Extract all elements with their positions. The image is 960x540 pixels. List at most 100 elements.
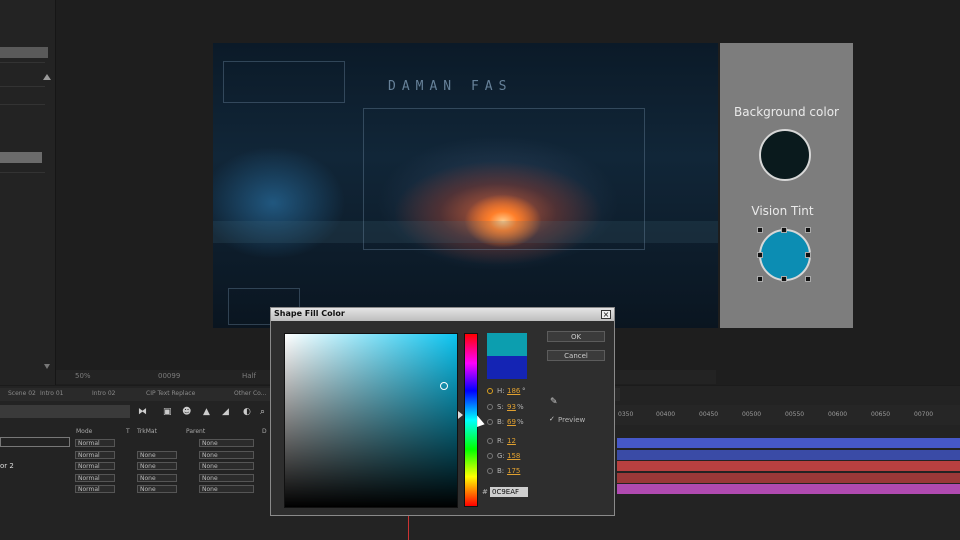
project-selected-item[interactable] <box>0 152 42 163</box>
red-radio[interactable] <box>487 438 493 444</box>
layer-trkmat-select[interactable]: None <box>137 462 177 470</box>
green-radio[interactable] <box>487 453 493 459</box>
color-control-panel: Background color Vision Tint <box>720 43 853 328</box>
original-color-swatch[interactable] <box>487 356 527 379</box>
layer-duration-bar[interactable] <box>617 473 960 483</box>
hue-unit: ° <box>522 387 526 395</box>
background-color-label: Background color <box>734 105 839 119</box>
project-divider <box>0 104 45 105</box>
blue-radio[interactable] <box>487 468 493 474</box>
close-icon[interactable]: × <box>601 310 611 319</box>
hud-frame <box>363 108 645 250</box>
project-search-bar[interactable] <box>0 47 48 58</box>
layer-parent-select[interactable]: None <box>199 439 254 447</box>
current-timecode[interactable]: 00099 <box>158 372 180 380</box>
scroll-down-icon[interactable] <box>44 364 50 369</box>
column-trkmat[interactable]: TrkMat <box>137 428 157 435</box>
layer-duration-bar[interactable] <box>617 484 960 494</box>
ruler-tick: 00500 <box>742 411 762 418</box>
layer-name[interactable]: or 2 <box>0 462 14 470</box>
selection-handle[interactable] <box>781 276 787 282</box>
selection-handle[interactable] <box>757 227 763 233</box>
layer-parent-select[interactable]: None <box>199 451 254 459</box>
ruler-tick: 00600 <box>828 411 848 418</box>
tab-intro-01[interactable]: Intro 01 <box>40 390 63 397</box>
layer-duration-bar[interactable] <box>617 438 960 448</box>
color-picker-marker[interactable] <box>440 382 448 390</box>
project-divider <box>0 172 45 173</box>
eyedropper-icon[interactable]: ✎ <box>550 397 560 407</box>
layer-mode-select[interactable]: Normal <box>75 451 115 459</box>
ruler-tick: 00400 <box>656 411 676 418</box>
vision-tint-label: Vision Tint <box>751 204 814 218</box>
preview-checkbox[interactable]: ✓ <box>549 415 555 423</box>
hex-input[interactable]: 0C9EAF <box>490 487 528 497</box>
selection-handle[interactable] <box>757 252 763 258</box>
selection-handle[interactable] <box>805 227 811 233</box>
column-t[interactable]: T <box>126 428 130 435</box>
background-color-swatch[interactable] <box>759 129 811 181</box>
hue-radio[interactable] <box>487 388 493 394</box>
resolution-dropdown[interactable]: Half <box>242 372 256 380</box>
layer-duration-bar[interactable] <box>617 461 960 471</box>
tab-other-comp[interactable]: Other Co... <box>234 390 266 397</box>
ok-button[interactable]: OK <box>547 331 605 342</box>
composition-flowchart-icon[interactable]: ⧓ <box>138 407 147 417</box>
green-value[interactable]: 158 <box>507 452 520 460</box>
layer-trkmat-select[interactable]: None <box>137 485 177 493</box>
layer-trkmat-select[interactable]: None <box>137 451 177 459</box>
layer-mode-select[interactable]: Normal <box>75 474 115 482</box>
saturation-value[interactable]: 93 <box>507 403 516 411</box>
layer-duration-bar[interactable] <box>617 450 960 460</box>
project-divider <box>0 86 45 87</box>
zoom-dropdown[interactable]: 50% <box>75 372 91 380</box>
column-mode[interactable]: Mode <box>76 428 92 435</box>
shape-fill-color-dialog: Shape Fill Color × OK Cancel H: 186 ° S:… <box>270 307 615 516</box>
search-icon[interactable]: ⌕ <box>260 407 265 417</box>
tab-scene-02[interactable]: Scene 02 <box>8 390 36 397</box>
brightness-value[interactable]: 69 <box>507 418 516 426</box>
preview-label: Preview <box>558 416 586 424</box>
cancel-button[interactable]: Cancel <box>547 350 605 361</box>
layer-parent-select[interactable]: None <box>199 462 254 470</box>
vision-tint-swatch[interactable] <box>759 229 811 281</box>
selection-handle[interactable] <box>757 276 763 282</box>
composition-frame[interactable]: DAMAN FAS <box>213 43 718 328</box>
column-d[interactable]: D <box>262 428 267 435</box>
column-parent[interactable]: Parent <box>186 428 205 435</box>
layer-mode-select[interactable]: Normal <box>75 439 115 447</box>
red-value[interactable]: 12 <box>507 437 516 445</box>
dialog-title: Shape Fill Color <box>274 309 345 318</box>
ruler-tick: 0350 <box>618 411 634 418</box>
playhead[interactable] <box>408 515 409 540</box>
layer-mode-select[interactable]: Normal <box>75 462 115 470</box>
sort-up-icon[interactable] <box>43 74 51 80</box>
draft-3d-icon[interactable]: ▣ <box>163 407 172 417</box>
ruler-tick: 00550 <box>785 411 805 418</box>
layer-parent-select[interactable]: None <box>199 474 254 482</box>
layer-trkmat-select[interactable]: None <box>137 474 177 482</box>
blue-label: B: <box>497 467 505 475</box>
frame-blending-icon[interactable]: ▲ <box>203 407 210 417</box>
ruler-tick: 00650 <box>871 411 891 418</box>
selection-handle[interactable] <box>781 227 787 233</box>
blue-value[interactable]: 175 <box>507 467 520 475</box>
selection-handle[interactable] <box>805 276 811 282</box>
selection-handle[interactable] <box>805 252 811 258</box>
brightness-radio[interactable] <box>487 419 493 425</box>
layer-parent-select[interactable]: None <box>199 485 254 493</box>
layer-row-selected[interactable] <box>0 437 70 447</box>
hue-slider-marker[interactable] <box>458 411 463 419</box>
green-label: G: <box>497 452 505 460</box>
tab-cip-text-replace[interactable]: CIP Text Replace <box>146 390 195 397</box>
saturation-radio[interactable] <box>487 404 493 410</box>
hue-value[interactable]: 186 <box>507 387 520 395</box>
saturation-brightness-field[interactable] <box>284 333 458 508</box>
project-panel <box>0 0 56 385</box>
hide-shy-icon[interactable]: ☻ <box>182 407 191 417</box>
layer-mode-select[interactable]: Normal <box>75 485 115 493</box>
graph-editor-icon[interactable]: ◐ <box>243 407 251 417</box>
tab-intro-02[interactable]: Intro 02 <box>92 390 115 397</box>
motion-blur-icon[interactable]: ◢ <box>222 407 229 417</box>
timeline-search-field[interactable] <box>0 405 130 418</box>
